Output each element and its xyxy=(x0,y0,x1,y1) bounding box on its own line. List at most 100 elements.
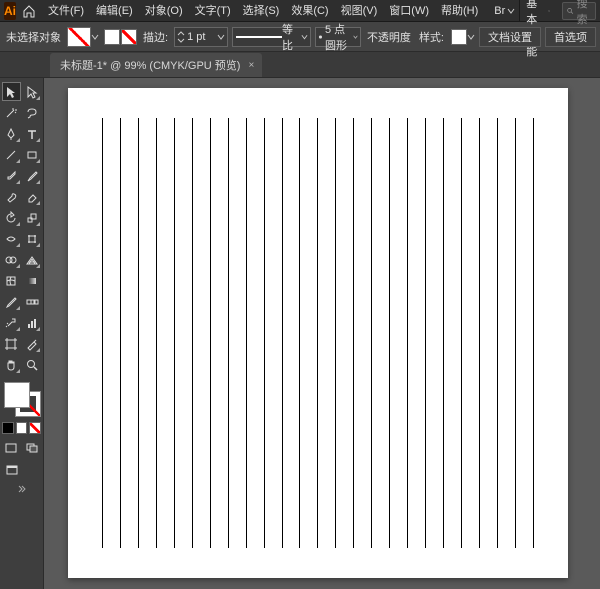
eraser-tool[interactable] xyxy=(23,187,42,206)
line-segment-tool[interactable] xyxy=(2,145,21,164)
stroke-weight-field[interactable] xyxy=(174,27,228,47)
vertical-line xyxy=(174,118,175,548)
color-mode-none[interactable] xyxy=(29,422,41,434)
fill-none-swatch[interactable] xyxy=(67,27,91,47)
menu-effect[interactable]: 效果(C) xyxy=(285,0,334,22)
scale-tool[interactable] xyxy=(23,208,42,227)
pencil-tool[interactable] xyxy=(23,166,42,185)
direct-selection-tool[interactable] xyxy=(23,82,41,101)
bridge-dropdown[interactable]: Br xyxy=(490,5,519,17)
vertical-line xyxy=(353,118,354,548)
stroke-swatch[interactable] xyxy=(104,29,120,45)
fill-indicator[interactable] xyxy=(4,382,30,408)
menu-window[interactable]: 窗口(W) xyxy=(383,0,435,22)
pen-tool[interactable] xyxy=(2,124,21,143)
canvas-area[interactable] xyxy=(44,78,600,589)
toolbox-collapse-handle[interactable] xyxy=(16,484,28,494)
vertical-line xyxy=(335,118,336,548)
vertical-line xyxy=(264,118,265,548)
rectangle-tool[interactable] xyxy=(23,145,42,164)
fill-swatch-group[interactable] xyxy=(67,27,99,47)
shape-builder-tool[interactable] xyxy=(2,250,21,269)
vertical-line xyxy=(479,118,480,548)
vertical-line xyxy=(533,118,534,548)
blend-tool[interactable] xyxy=(23,292,42,311)
menu-select[interactable]: 选择(S) xyxy=(237,0,286,22)
stroke-none-swatch[interactable] xyxy=(121,29,137,45)
vertical-line xyxy=(407,118,408,548)
search-placeholder: 搜索 xyxy=(577,0,591,27)
vertical-line xyxy=(443,118,444,548)
document-tab-strip: 未标题-1* @ 99% (CMYK/GPU 预览) × xyxy=(0,52,600,78)
blob-brush-tool[interactable] xyxy=(2,187,21,206)
type-tool[interactable] xyxy=(23,124,42,143)
artboard[interactable] xyxy=(68,88,568,578)
stroke-swatch-group[interactable] xyxy=(103,29,137,45)
stroke-weight-input[interactable] xyxy=(185,30,217,44)
rotate-tool[interactable] xyxy=(2,208,21,227)
brush-definition[interactable]: 5 点圆形 xyxy=(315,27,361,47)
gradient-tool[interactable] xyxy=(23,271,42,290)
width-tool[interactable] xyxy=(2,229,21,248)
vertical-line xyxy=(317,118,318,548)
slice-tool[interactable] xyxy=(23,334,42,353)
style-label: 样式: xyxy=(417,29,446,45)
menu-edit[interactable]: 编辑(E) xyxy=(90,0,139,22)
screen-mode[interactable] xyxy=(2,462,21,478)
vertical-line xyxy=(210,118,211,548)
vertical-line xyxy=(389,118,390,548)
artboard-tool[interactable] xyxy=(2,334,21,353)
screen-mode-row xyxy=(2,462,41,478)
vertical-line xyxy=(461,118,462,548)
vertical-line xyxy=(102,118,103,548)
variable-width-profile[interactable]: 等比 xyxy=(232,27,311,47)
zoom-tool[interactable] xyxy=(23,355,42,374)
symbol-sprayer-tool[interactable] xyxy=(2,313,21,332)
search-icon xyxy=(567,6,574,16)
paintbrush-tool[interactable] xyxy=(2,166,21,185)
fill-stroke-indicator[interactable] xyxy=(2,380,42,418)
menu-help[interactable]: 帮助(H) xyxy=(435,0,484,22)
menu-bar: Ai 文件(F) 编辑(E) 对象(O) 文字(T) 选择(S) 效果(C) 视… xyxy=(0,0,600,22)
document-setup-button[interactable]: 文档设置 xyxy=(479,27,541,47)
draw-normal[interactable] xyxy=(2,440,21,456)
toolbox xyxy=(0,78,44,589)
document-tab[interactable]: 未标题-1* @ 99% (CMYK/GPU 预览) × xyxy=(50,53,262,77)
vertical-line xyxy=(246,118,247,548)
selection-status: 未选择对象 xyxy=(4,29,63,45)
menu-view[interactable]: 视图(V) xyxy=(335,0,384,22)
menu-type[interactable]: 文字(T) xyxy=(189,0,237,22)
preferences-button[interactable]: 首选项 xyxy=(545,27,596,47)
hand-tool[interactable] xyxy=(2,355,21,374)
search-box[interactable]: 搜索 xyxy=(562,2,596,20)
menu-object[interactable]: 对象(O) xyxy=(139,0,189,22)
dot-icon xyxy=(318,33,323,41)
app-logo: Ai xyxy=(4,2,16,20)
color-mode-gradient[interactable] xyxy=(16,422,28,434)
eyedropper-tool[interactable] xyxy=(2,292,21,311)
color-mode-row xyxy=(2,422,41,434)
magic-wand-tool[interactable] xyxy=(2,103,21,122)
color-mode-color[interactable] xyxy=(2,422,14,434)
bridge-label: Br xyxy=(494,5,505,17)
mesh-tool[interactable] xyxy=(2,271,21,290)
column-graph-tool[interactable] xyxy=(23,313,42,332)
vertical-line xyxy=(228,118,229,548)
free-transform-tool[interactable] xyxy=(23,229,42,248)
lasso-tool[interactable] xyxy=(23,103,42,122)
opacity-label[interactable]: 不透明度 xyxy=(365,29,413,45)
menu-file[interactable]: 文件(F) xyxy=(42,0,90,22)
vertical-line xyxy=(138,118,139,548)
stroke-profile-preview xyxy=(235,30,282,44)
chevron-down-icon[interactable] xyxy=(91,28,99,46)
home-icon[interactable] xyxy=(22,2,36,20)
draw-behind[interactable] xyxy=(23,440,42,456)
draw-mode-row xyxy=(2,440,41,456)
style-swatch[interactable] xyxy=(451,29,467,45)
close-icon[interactable]: × xyxy=(246,60,256,70)
vertical-line xyxy=(120,118,121,548)
selection-tool[interactable] xyxy=(2,82,21,101)
graphic-style[interactable] xyxy=(450,29,475,45)
perspective-grid-tool[interactable] xyxy=(23,250,42,269)
workspace-switcher[interactable]: 传统基本功能 xyxy=(519,0,556,21)
